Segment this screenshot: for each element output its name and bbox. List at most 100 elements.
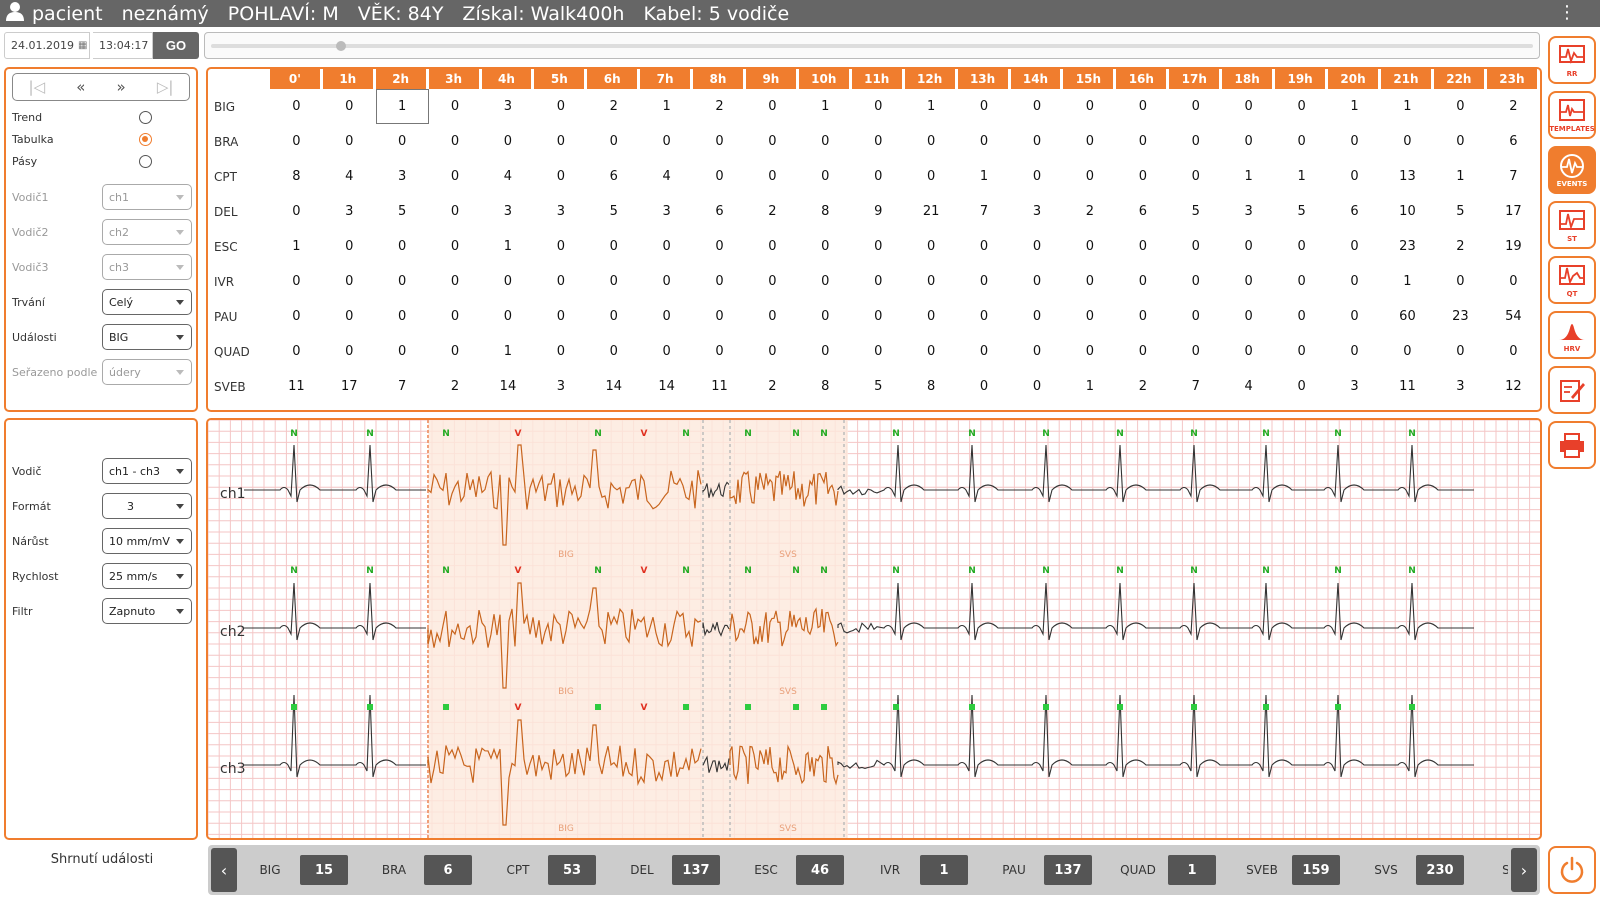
table-cell[interactable]: 0 (587, 334, 640, 369)
time-field[interactable]: 13:04:17 (93, 32, 153, 59)
table-cell[interactable]: 0 (270, 334, 323, 369)
table-cell[interactable]: 0 (534, 264, 587, 299)
view-option-table[interactable]: Tabulka (12, 133, 152, 146)
hour-header[interactable]: 5h (534, 69, 588, 89)
table-cell[interactable]: 0 (534, 334, 587, 369)
table-cell[interactable]: 1 (1434, 159, 1487, 194)
hour-header[interactable]: 22h (1433, 69, 1487, 89)
table-cell[interactable]: 0 (1011, 89, 1064, 124)
table-cell[interactable]: 0 (746, 299, 799, 334)
table-cell[interactable]: 0 (482, 299, 535, 334)
table-cell[interactable]: 0 (1222, 264, 1275, 299)
table-cell[interactable]: 0 (905, 159, 958, 194)
table-cell[interactable]: 3 (1328, 369, 1381, 404)
table-cell[interactable]: 0 (1116, 229, 1169, 264)
events-select[interactable]: BIG (102, 324, 192, 350)
table-cell[interactable]: 0 (958, 264, 1011, 299)
table-cell[interactable]: 0 (1063, 229, 1116, 264)
table-cell[interactable]: 0 (693, 334, 746, 369)
table-cell[interactable]: 8 (799, 194, 852, 229)
table-cell[interactable]: 6 (1328, 194, 1381, 229)
view-option-strips[interactable]: Pásy (12, 155, 152, 168)
summary-item[interactable]: SVEB 159 (1232, 855, 1356, 885)
view-option-trend[interactable]: Trend (12, 111, 152, 124)
table-cell[interactable]: 8 (270, 159, 323, 194)
table-cell[interactable]: 0 (958, 124, 1011, 159)
table-cell[interactable]: 0 (534, 229, 587, 264)
table-cell[interactable]: 0 (852, 299, 905, 334)
table-cell[interactable]: 2 (1063, 194, 1116, 229)
table-cell[interactable]: 0 (852, 334, 905, 369)
table-cell[interactable]: 8 (799, 369, 852, 404)
table-cell[interactable]: 0 (693, 229, 746, 264)
table-cell[interactable]: 3 (1434, 369, 1487, 404)
hour-header[interactable]: 8h (693, 69, 746, 89)
sort-select[interactable]: údery (102, 359, 192, 385)
table-cell[interactable]: 1 (1328, 89, 1381, 124)
next-page-icon[interactable]: » (117, 78, 126, 96)
table-cell[interactable]: 0 (852, 264, 905, 299)
table-cell[interactable]: 0 (323, 229, 376, 264)
lead1-select[interactable]: ch1 (102, 184, 192, 210)
table-cell[interactable]: 0 (323, 124, 376, 159)
table-cell[interactable]: 0 (1434, 89, 1487, 124)
table-cell[interactable]: 4 (1222, 369, 1275, 404)
hour-header[interactable]: 4h (481, 69, 535, 89)
hour-header[interactable]: 3h (428, 69, 482, 89)
tool-button-edit-report[interactable] (1548, 366, 1596, 414)
table-cell[interactable]: 2 (587, 89, 640, 124)
tool-button-events[interactable]: EVENTS (1548, 146, 1596, 194)
table-cell[interactable]: 0 (429, 89, 482, 124)
table-cell[interactable]: 0 (1169, 334, 1222, 369)
table-cell[interactable]: 0 (270, 194, 323, 229)
table-cell[interactable]: 1 (270, 229, 323, 264)
table-cell[interactable]: 0 (640, 299, 693, 334)
gain-select[interactable]: 10 mm/mV (102, 528, 192, 554)
table-cell[interactable]: 0 (1063, 89, 1116, 124)
table-cell[interactable]: 3 (482, 194, 535, 229)
speed-select[interactable]: 25 mm/s (102, 563, 192, 589)
hour-header[interactable]: 19h (1275, 69, 1329, 89)
table-cell[interactable]: 0 (270, 89, 323, 124)
table-cell[interactable]: 0 (323, 334, 376, 369)
table-cell[interactable]: 2 (1116, 369, 1169, 404)
summary-item[interactable]: BRA 6 (364, 855, 488, 885)
table-cell[interactable]: 0 (905, 264, 958, 299)
table-cell[interactable]: 0 (482, 264, 535, 299)
table-cell[interactable]: 0 (799, 264, 852, 299)
table-cell[interactable]: 0 (746, 89, 799, 124)
summary-item[interactable]: SVS 230 (1356, 855, 1480, 885)
table-cell[interactable]: 5 (376, 194, 429, 229)
table-cell[interactable]: 0 (958, 229, 1011, 264)
tool-button-hrv[interactable]: HRV (1548, 311, 1596, 359)
table-cell[interactable]: 0 (534, 124, 587, 159)
table-cell[interactable]: 0 (429, 229, 482, 264)
table-cell[interactable]: 1 (905, 89, 958, 124)
table-cell[interactable]: 0 (376, 264, 429, 299)
table-cell[interactable]: 3 (323, 194, 376, 229)
table-cell[interactable]: 0 (905, 124, 958, 159)
table-cell[interactable]: 0 (799, 124, 852, 159)
filter-select[interactable]: Zapnuto (102, 598, 192, 624)
last-page-icon[interactable]: ▷| (157, 78, 174, 96)
table-cell[interactable]: 0 (1063, 159, 1116, 194)
table-cell[interactable]: 0 (1011, 299, 1064, 334)
hour-header[interactable]: 14h (1010, 69, 1064, 89)
table-cell[interactable]: 0 (693, 159, 746, 194)
table-cell[interactable]: 0 (1328, 159, 1381, 194)
slider-thumb[interactable] (336, 41, 346, 51)
hour-header[interactable]: 17h (1169, 69, 1223, 89)
table-cell[interactable]: 0 (376, 334, 429, 369)
table-cell[interactable]: 14 (482, 369, 535, 404)
table-cell[interactable]: 1 (799, 89, 852, 124)
hour-header[interactable]: 20h (1328, 69, 1381, 89)
table-cell[interactable]: 0 (693, 299, 746, 334)
table-cell[interactable]: 0 (270, 124, 323, 159)
table-cell[interactable]: 10 (1381, 194, 1434, 229)
table-cell[interactable]: 11 (693, 369, 746, 404)
table-cell[interactable]: 0 (1275, 334, 1328, 369)
table-cell[interactable]: 5 (1169, 194, 1222, 229)
table-cell[interactable]: 0 (429, 124, 482, 159)
table-cell[interactable]: 60 (1381, 299, 1434, 334)
table-cell[interactable]: 0 (746, 264, 799, 299)
